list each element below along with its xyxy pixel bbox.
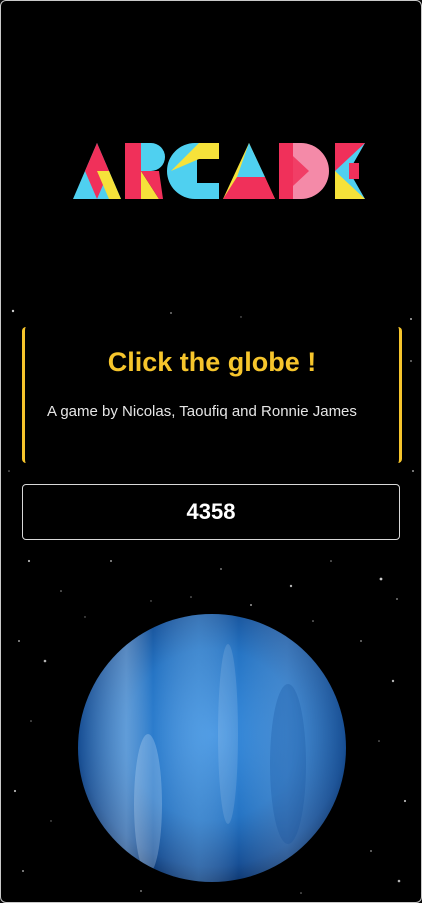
logo-banner: [7, 5, 409, 305]
arcade-logo: [73, 143, 365, 199]
planet-globe-icon[interactable]: [78, 614, 346, 882]
app-frame: Click the globe ! A game by Nicolas, Tao…: [0, 0, 422, 903]
game-info-card: Click the globe ! A game by Nicolas, Tao…: [22, 327, 402, 463]
game-credits: A game by Nicolas, Taoufiq and Ronnie Ja…: [47, 403, 357, 420]
score-counter: 4358: [22, 484, 400, 540]
game-title: Click the globe !: [107, 347, 317, 377]
